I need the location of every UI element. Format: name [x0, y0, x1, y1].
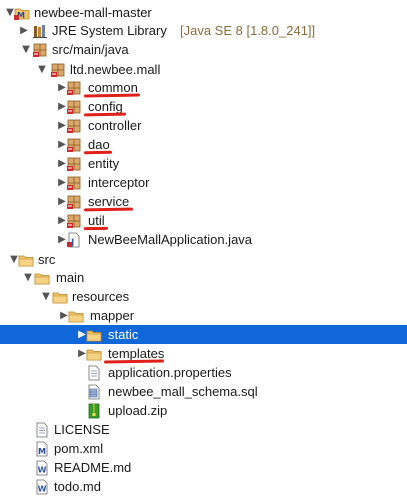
tree-item-jre-system-library[interactable]: ▶ JRE System Library [Java SE 8 [1.8.0_241…: [0, 21, 407, 40]
tree-item-src-main-java[interactable]: ▼ src/main/java: [0, 40, 407, 59]
tree-item-license[interactable]: LICENSE: [0, 420, 407, 439]
tree-item-label: mapper: [90, 308, 135, 323]
package-icon: [66, 118, 82, 134]
expand-arrow-icon[interactable]: ▼: [20, 40, 32, 59]
tree-item-label: newbee_mall_schema.sql: [108, 384, 258, 399]
expand-arrow-icon[interactable]: ▼: [40, 287, 52, 306]
package-icon: [66, 194, 82, 210]
library-icon: [32, 23, 48, 39]
tree-item-label: resources: [72, 289, 130, 304]
tree-item-upload-zip[interactable]: upload.zip: [0, 401, 407, 420]
tree-item-main[interactable]: ▼ main: [0, 268, 407, 287]
tree-item-config[interactable]: ▶ config: [0, 97, 407, 117]
expand-arrow-icon[interactable]: ▼: [22, 268, 34, 287]
package-icon: [50, 62, 66, 78]
tree-item-application-properties[interactable]: application.properties: [0, 363, 407, 382]
tree-item-label: static: [108, 327, 139, 342]
tree-item-label: ltd.newbee.mall: [70, 62, 161, 77]
word-file-icon: W: [34, 479, 50, 495]
tree-item-label: JRE System Library: [52, 23, 167, 38]
tree-item-label: main: [56, 270, 85, 285]
tree-item-readme-md[interactable]: W README.md: [0, 458, 407, 477]
package-icon: [66, 99, 82, 115]
tree-item-newbee-mall-schema-sql[interactable]: newbee_mall_schema.sql: [0, 382, 407, 401]
tree-item-label: newbee-mall-master: [34, 5, 152, 20]
tree-item-service[interactable]: ▶ service: [0, 192, 407, 212]
folder-icon: [86, 346, 102, 362]
maven-file-icon: M: [34, 441, 50, 457]
tree-item-common[interactable]: ▶ common: [0, 78, 407, 98]
tree-item-label: upload.zip: [108, 403, 168, 418]
expand-arrow-icon[interactable]: ▼: [36, 60, 48, 79]
tree-item-label: pom.xml: [54, 441, 104, 456]
tree-item-entity[interactable]: ▶ entity: [0, 154, 407, 173]
folder-icon: [68, 308, 84, 324]
tree-item-label: application.properties: [108, 365, 232, 380]
package-icon: [66, 156, 82, 172]
text-file-icon: [86, 365, 102, 381]
tree-item-src[interactable]: ▼ src: [0, 250, 407, 269]
tree-item-label: todo.md: [54, 479, 101, 494]
folder-icon: [18, 252, 34, 268]
tree-item-dao[interactable]: ▶ dao: [0, 135, 407, 155]
tree-item-label: LICENSE: [54, 422, 110, 437]
tree-item-todo-md[interactable]: Wtodo.md: [0, 477, 407, 496]
package-icon: [66, 137, 82, 153]
tree-item-interceptor[interactable]: ▶ interceptor: [0, 173, 407, 192]
tree-item-pom-xml[interactable]: Mpom.xml: [0, 439, 407, 458]
source-folder-icon: [32, 42, 48, 58]
folder-icon: [86, 327, 102, 343]
svg-text:W: W: [38, 485, 47, 494]
tree-item-label: controller: [88, 118, 142, 133]
tree-item-static[interactable]: ▶ static: [0, 325, 407, 344]
tree-item-label: README.md: [54, 460, 132, 475]
tree-item-resources[interactable]: ▼ resources: [0, 287, 407, 306]
tree-item-label: src/main/java: [52, 42, 129, 57]
zip-file-icon: [86, 403, 102, 419]
tree-item-label: NewBeeMallApplication.java: [88, 232, 253, 247]
package-icon: [66, 213, 82, 229]
tree-item-label: src: [38, 252, 56, 267]
sql-file-icon: [86, 384, 102, 400]
folder-icon: [52, 289, 68, 305]
collapse-arrow-icon[interactable]: ▶: [18, 21, 30, 40]
package-icon: [66, 80, 82, 96]
tree-item-ltd-newbee-mall[interactable]: ▼ ltd.newbee.mall: [0, 60, 407, 79]
project-explorer-tree: ▼ Mnewbee-mall-master ▶ JRE System Library[…: [0, 0, 407, 497]
package-icon: [66, 175, 82, 191]
tree-item-label: interceptor: [88, 175, 150, 190]
maven-project-icon: M: [14, 5, 30, 21]
tree-item-mapper[interactable]: ▶ mapper: [0, 306, 407, 325]
svg-text:W: W: [38, 466, 47, 475]
tree-item-templates[interactable]: ▶ templates: [0, 344, 407, 364]
tree-item-util[interactable]: ▶ util: [0, 211, 407, 231]
tree-item-newbee-mall-master[interactable]: ▼ Mnewbee-mall-master: [0, 3, 407, 22]
library-version-suffix: [Java SE 8 [1.8.0_241]]: [180, 23, 316, 38]
folder-icon: [34, 270, 50, 286]
tree-item-label: entity: [88, 156, 120, 171]
word-file-icon: W: [34, 460, 50, 476]
tree-item-newbeemallapplication-java[interactable]: ▶ J NewBeeMallApplication.java: [0, 230, 407, 249]
tree-item-controller[interactable]: ▶ controller: [0, 116, 407, 135]
text-file-icon: [34, 422, 50, 438]
java-file-icon: J: [66, 232, 82, 248]
svg-text:M: M: [38, 447, 46, 456]
